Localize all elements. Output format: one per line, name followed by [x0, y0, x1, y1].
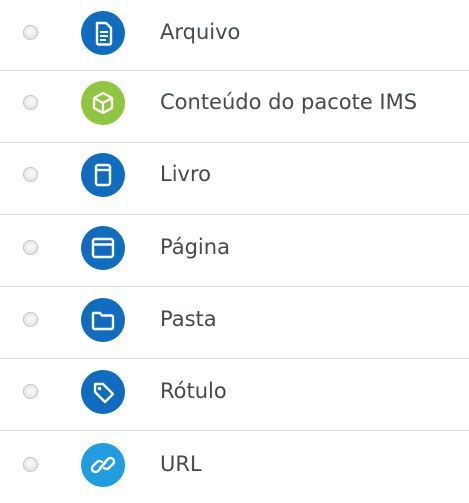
- radio-button[interactable]: [23, 312, 38, 327]
- activity-option-pagina[interactable]: Página: [0, 215, 469, 287]
- activity-option-livro[interactable]: Livro: [0, 143, 469, 215]
- radio-button[interactable]: [23, 25, 38, 40]
- activity-label: Página: [160, 235, 230, 259]
- activity-label: URL: [160, 452, 202, 476]
- radio-button[interactable]: [23, 384, 38, 399]
- radio-button[interactable]: [23, 240, 38, 255]
- activity-option-ims-content[interactable]: Conteúdo do pacote IMS: [0, 71, 469, 143]
- radio-button[interactable]: [23, 457, 38, 472]
- activity-label: Pasta: [160, 307, 217, 331]
- activity-label: Arquivo: [160, 20, 241, 44]
- activity-option-rotulo[interactable]: Rótulo: [0, 359, 469, 431]
- activity-option-arquivo[interactable]: Arquivo: [0, 0, 469, 72]
- radio-button[interactable]: [23, 95, 38, 110]
- ims-package-icon: [81, 81, 125, 125]
- activity-option-pasta[interactable]: Pasta: [0, 287, 469, 359]
- book-icon: [81, 153, 125, 197]
- activity-label: Rótulo: [160, 379, 227, 403]
- link-icon: [81, 443, 125, 487]
- activity-label: Conteúdo do pacote IMS: [160, 90, 418, 114]
- tag-icon: [81, 370, 125, 414]
- folder-icon: [81, 298, 125, 342]
- file-icon: [81, 11, 125, 55]
- activity-label: Livro: [160, 162, 211, 186]
- page-icon: [81, 226, 125, 270]
- activity-option-url[interactable]: URL: [0, 431, 469, 503]
- radio-button[interactable]: [23, 167, 38, 182]
